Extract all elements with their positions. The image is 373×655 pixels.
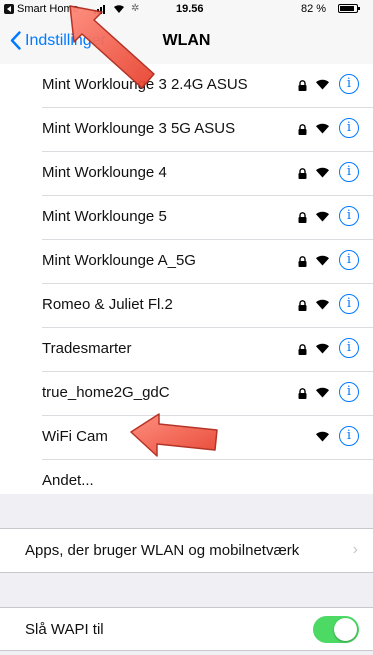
back-to-app-button[interactable]: Smart Home	[4, 3, 79, 15]
network-name: Mint Worklounge 4	[42, 164, 167, 181]
wapi-label: Slå WAPI til	[25, 621, 104, 638]
network-row[interactable]: Romeo & Juliet Fl.2 i	[42, 284, 373, 328]
network-name: Mint Worklounge 5	[42, 208, 167, 225]
section-gap	[0, 494, 373, 528]
info-icon[interactable]: i	[339, 294, 359, 314]
battery-percentage: 82 %	[301, 3, 327, 15]
lock-icon	[298, 256, 307, 267]
lock-icon	[298, 80, 307, 91]
wifi-signal-icon	[316, 79, 329, 90]
other-network-label: Andet...	[42, 472, 94, 489]
battery-icon	[338, 4, 360, 13]
info-icon[interactable]: i	[339, 162, 359, 182]
back-arrow-icon	[4, 4, 14, 14]
info-icon[interactable]: i	[339, 382, 359, 402]
wifi-signal-icon	[316, 167, 329, 178]
network-list: Mint Worklounge 3 2.4G ASUS i Mint Worklou…	[0, 64, 373, 494]
network-row[interactable]: Tradesmarter i	[42, 328, 373, 372]
info-icon[interactable]: i	[339, 118, 359, 138]
network-row[interactable]: true_home2G_gdC i	[42, 372, 373, 416]
network-row[interactable]: Mint Worklounge 3 2.4G ASUS i	[42, 64, 373, 108]
wapi-toggle[interactable]	[313, 616, 359, 643]
network-name: Tradesmarter	[42, 340, 132, 357]
wifi-signal-icon	[316, 343, 329, 354]
status-time: 19.56	[176, 3, 204, 15]
section-gap	[0, 573, 373, 607]
network-name: true_home2G_gdC	[42, 384, 170, 401]
network-name: Mint Worklounge A_5G	[42, 252, 196, 269]
page-title: WLAN	[162, 32, 211, 49]
network-name: Romeo & Juliet Fl.2	[42, 296, 173, 313]
navigation-bar: Indstillinger WLAN	[0, 19, 373, 65]
wapi-row: Slå WAPI til	[0, 607, 373, 651]
wifi-signal-icon	[316, 255, 329, 266]
wifi-signal-icon	[316, 387, 329, 398]
network-row[interactable]: WiFi Cam i	[42, 416, 373, 460]
network-row[interactable]: Mint Worklounge 3 5G ASUS i	[42, 108, 373, 152]
lock-icon	[298, 388, 307, 399]
lock-icon	[298, 344, 307, 355]
network-row[interactable]: Mint Worklounge 4 i	[42, 152, 373, 196]
info-icon[interactable]: i	[339, 338, 359, 358]
apps-using-wlan-row[interactable]: Apps, der bruger WLAN og mobilnetværk ›	[0, 528, 373, 573]
lock-icon	[298, 212, 307, 223]
status-bar: Smart Home ✲ 19.56 82 %	[0, 0, 373, 19]
wifi-status-icon	[114, 5, 124, 13]
network-row[interactable]: Mint Worklounge A_5G i	[42, 240, 373, 284]
network-name: Mint Worklounge 3 2.4G ASUS	[42, 76, 248, 93]
network-row[interactable]: Mint Worklounge 5 i	[42, 196, 373, 240]
activity-spinner-icon: ✲	[131, 3, 140, 14]
lock-icon	[298, 300, 307, 311]
wifi-signal-icon	[316, 299, 329, 310]
wifi-signal-icon	[316, 431, 329, 442]
info-icon[interactable]: i	[339, 250, 359, 270]
apps-using-wlan-label: Apps, der bruger WLAN og mobilnetværk	[25, 542, 300, 559]
network-name: Mint Worklounge 3 5G ASUS	[42, 120, 236, 137]
back-to-app-label: Smart Home	[17, 3, 79, 15]
info-icon[interactable]: i	[339, 74, 359, 94]
cellular-signal-icon	[94, 5, 105, 14]
wifi-signal-icon	[316, 211, 329, 222]
network-name: WiFi Cam	[42, 428, 108, 445]
lock-icon	[298, 124, 307, 135]
lock-icon	[298, 168, 307, 179]
info-icon[interactable]: i	[339, 426, 359, 446]
chevron-right-icon: ›	[352, 541, 358, 558]
wifi-signal-icon	[316, 123, 329, 134]
info-icon[interactable]: i	[339, 206, 359, 226]
